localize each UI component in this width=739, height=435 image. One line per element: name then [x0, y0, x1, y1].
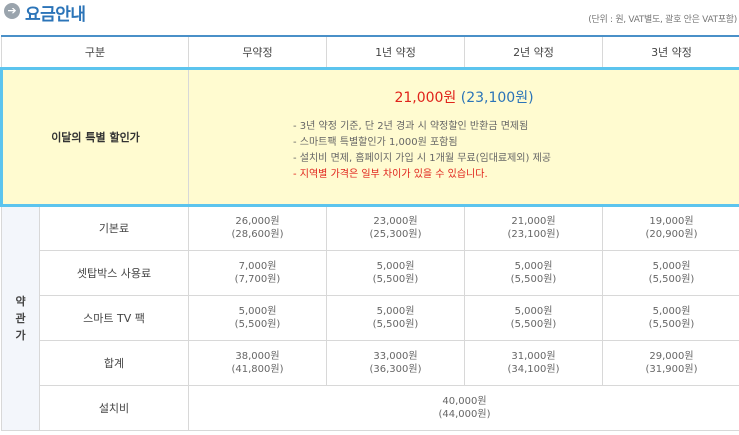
price-cell: 5,000원 (5,500원)	[602, 249, 739, 296]
column-header: 구분	[1, 35, 189, 69]
column-header: 1년 약정	[326, 35, 465, 69]
price-value: 26,000원	[235, 216, 280, 227]
price-value: 19,000원	[649, 216, 694, 227]
circle-arrow-icon: ➔	[4, 3, 20, 19]
table-row: 스마트 TV 팩 5,000원 (5,500원) 5,000원 (5,500원) 5…	[2, 294, 739, 341]
price-value: 5,000원	[514, 305, 553, 317]
price-value: (5,500원)	[372, 318, 419, 330]
price-value: (34,100원)	[507, 363, 560, 375]
price-value: 23,000원	[373, 216, 418, 227]
special-offer-row: 이달의 특별 할인가 21,000원 (23,100원) - 3년 약정 기준,…	[0, 66, 739, 207]
price-value: (36,300원)	[369, 363, 422, 375]
install-fee-cell: 40,000원 (44,000원)	[188, 384, 739, 431]
price-cell: 33,000원 (36,300원)	[326, 339, 465, 386]
table-row: 설치비 40,000원 (44,000원)	[2, 384, 739, 431]
price-cell: 38,000원 (41,800원)	[188, 339, 327, 386]
table-row: 약관가 기본료 26,000원 (28,600원) 23,000원 (25,300원…	[1, 204, 739, 431]
pricing-table: 구분 무약정 1년 약정 2년 약정 3년 약정 이달의 특별 할인가 21,0…	[0, 35, 739, 431]
price-cell: 5,000원 (5,500원)	[602, 294, 739, 341]
page-header: ➔ 요금안내 (단위 : 원, VAT별도, 괄호 안은 VAT포함)	[0, 0, 739, 36]
table-row: 셋탑박스 사용료 7,000원 (7,700원) 5,000원 (5,500원) 5…	[2, 249, 739, 296]
price-value: (41,800원)	[231, 363, 284, 375]
price-value: (5,500원)	[510, 273, 557, 285]
price-cell: 21,000원 (23,100원)	[464, 204, 603, 251]
table-header-row: 구분 무약정 1년 약정 2년 약정 3년 약정	[1, 35, 739, 69]
price-value: 21,000원	[511, 216, 556, 227]
page-title: 요금안내	[25, 5, 86, 25]
special-offer-label: 이달의 특별 할인가	[0, 66, 189, 207]
price-value: (5,500원)	[234, 318, 281, 330]
price-value: (31,900원)	[645, 363, 698, 375]
special-offer-content: 21,000원 (23,100원) - 3년 약정 기준, 단 2년 경과 시 …	[188, 66, 739, 207]
price-value: 38,000원	[235, 350, 280, 362]
special-note: - 스마트팩 특별할인가 1,000원 포함됨	[293, 136, 458, 148]
price-cell: 5,000원 (5,500원)	[188, 294, 327, 341]
price-value: (44,000원)	[438, 408, 491, 420]
row-label: 스마트 TV 팩	[39, 294, 189, 341]
price-cell: 31,000원 (34,100원)	[464, 339, 603, 386]
price-cell: 7,000원 (7,700원)	[188, 249, 327, 296]
price-value: (25,300원)	[369, 229, 422, 240]
price-value: 29,000원	[649, 350, 694, 362]
price-cell: 26,000원 (28,600원)	[188, 204, 327, 251]
special-note: - 설치비 면제, 홈페이지 가입 시 1개월 무료(임대료제외) 제공	[293, 152, 551, 164]
price-value: 5,000원	[514, 260, 553, 272]
price-value: 5,000원	[376, 305, 415, 317]
price-value: 5,000원	[376, 260, 415, 272]
price-value: (5,500원)	[510, 318, 557, 330]
price-value: (5,500원)	[648, 273, 695, 285]
price-cell: 5,000원 (5,500원)	[326, 249, 465, 296]
price-cell: 5,000원 (5,500원)	[326, 294, 465, 341]
price-value: (5,500원)	[372, 273, 419, 285]
special-price-main: 21,000원	[394, 89, 457, 106]
price-value: (23,100원)	[507, 229, 560, 240]
price-cell: 5,000원 (5,500원)	[464, 249, 603, 296]
price-value: (7,700원)	[234, 273, 281, 285]
special-note-warning: - 지역별 가격은 일부 차이가 있을 수 있습니다.	[293, 168, 488, 180]
price-value: (5,500원)	[648, 318, 695, 330]
row-label: 합계	[39, 339, 189, 386]
price-value: 33,000원	[373, 350, 418, 362]
special-price-vat: (23,100원)	[460, 89, 534, 106]
price-cell: 5,000원 (5,500원)	[464, 294, 603, 341]
column-header: 3년 약정	[602, 35, 739, 69]
unit-note: (단위 : 원, VAT별도, 괄호 안은 VAT포함)	[588, 15, 737, 25]
price-cell: 19,000원 (20,900원)	[602, 204, 739, 251]
price-value: 5,000원	[652, 305, 691, 317]
row-label: 설치비	[39, 384, 189, 431]
price-value: 31,000원	[511, 350, 556, 362]
price-value: 5,000원	[238, 305, 277, 317]
contract-price-group-label: 약관가	[1, 204, 40, 431]
row-label: 기본료	[39, 204, 189, 251]
price-value: 7,000원	[238, 260, 277, 272]
price-value: 40,000원	[442, 395, 487, 407]
price-value: 5,000원	[652, 260, 691, 272]
price-value: (28,600원)	[231, 229, 284, 240]
special-note: - 3년 약정 기준, 단 2년 경과 시 약정할인 반환금 면제됨	[293, 120, 529, 132]
column-header: 2년 약정	[464, 35, 603, 69]
row-label: 셋탑박스 사용료	[39, 249, 189, 296]
special-price: 21,000원 (23,100원)	[189, 87, 739, 107]
table-row: 합계 38,000원 (41,800원) 33,000원 (36,300원) 31,…	[2, 339, 739, 386]
price-cell: 23,000원 (25,300원)	[326, 204, 465, 251]
column-header: 무약정	[188, 35, 327, 69]
price-cell: 29,000원 (31,900원)	[602, 339, 739, 386]
price-value: (20,900원)	[645, 229, 698, 240]
special-notes: - 3년 약정 기준, 단 2년 경과 시 약정할인 반환금 면제됨 - 스마트…	[189, 119, 739, 183]
